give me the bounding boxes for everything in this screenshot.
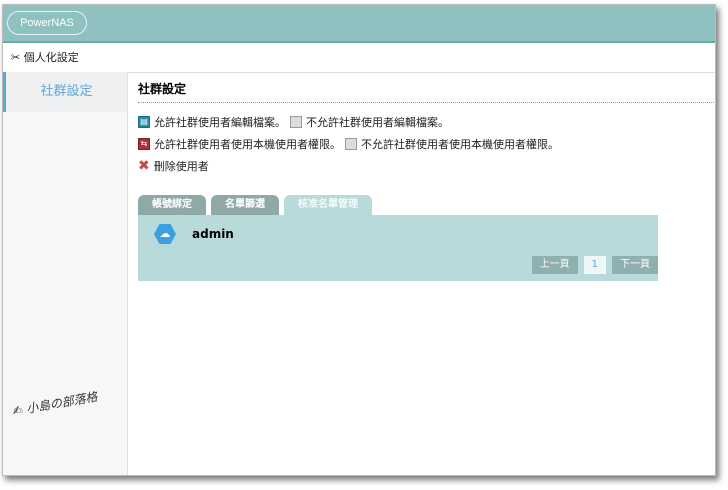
legend-text: 刪除使用者 — [153, 160, 209, 173]
delete-icon: ✖ — [138, 158, 150, 174]
prev-page-button[interactable]: 上一頁 — [531, 256, 578, 274]
subheader: ✂ 個人化設定 — [3, 43, 715, 73]
tabs: 帳號綁定 名單篩選 核准名單管理 — [138, 195, 715, 215]
allow-edit-icon: ▤ — [138, 116, 150, 128]
next-page-button[interactable]: 下一頁 — [612, 256, 658, 274]
list-item[interactable]: ☁ admin — [154, 224, 234, 244]
window: PowerNAS ✂ 個人化設定 社群設定 社群設定 ▤ 允許社群使用者編輯檔案。… — [2, 4, 716, 476]
legend-delete: ✖ 刪除使用者 — [138, 155, 715, 177]
tab-account-binding[interactable]: 帳號綁定 — [138, 195, 206, 215]
pagination: 上一頁 1 下一頁 — [531, 256, 658, 274]
tools-icon: ✂ — [11, 51, 24, 64]
tab-list-filter[interactable]: 名單篩選 — [211, 195, 279, 215]
legend-text: 不允許社群使用者編輯檔案。 — [306, 116, 449, 129]
header: PowerNAS — [3, 5, 715, 43]
cloud-icon: ☁ — [154, 224, 176, 244]
legend-text: 不允許社群使用者使用本機使用者權限。 — [361, 138, 559, 151]
main: 社群設定 ▤ 允許社群使用者編輯檔案。 不允許社群使用者編輯檔案。 ⇆ 允許社群使用者… — [138, 72, 715, 281]
tab-approved-list[interactable]: 核准名單管理 — [284, 195, 372, 215]
legend-text: 允許社群使用者編輯檔案。 — [154, 116, 286, 129]
sidebar-item-social[interactable]: 社群設定 — [3, 72, 127, 112]
page-title: 社群設定 — [138, 72, 714, 103]
deny-local-icon — [345, 138, 357, 150]
user-name: admin — [192, 227, 234, 241]
deny-edit-icon — [290, 116, 302, 128]
legend-text: 允許社群使用者使用本機使用者權限。 — [154, 138, 341, 151]
allow-local-icon: ⇆ — [138, 138, 150, 150]
page-number[interactable]: 1 — [583, 256, 606, 274]
legend-edit: ▤ 允許社群使用者編輯檔案。 不允許社群使用者編輯檔案。 — [138, 111, 715, 133]
tab-panel: ☁ admin 上一頁 1 下一頁 — [138, 215, 658, 281]
legend-local: ⇆ 允許社群使用者使用本機使用者權限。 不允許社群使用者使用本機使用者權限。 — [138, 133, 715, 155]
logo[interactable]: PowerNAS — [7, 11, 87, 35]
subheader-title: 個人化設定 — [23, 51, 79, 64]
